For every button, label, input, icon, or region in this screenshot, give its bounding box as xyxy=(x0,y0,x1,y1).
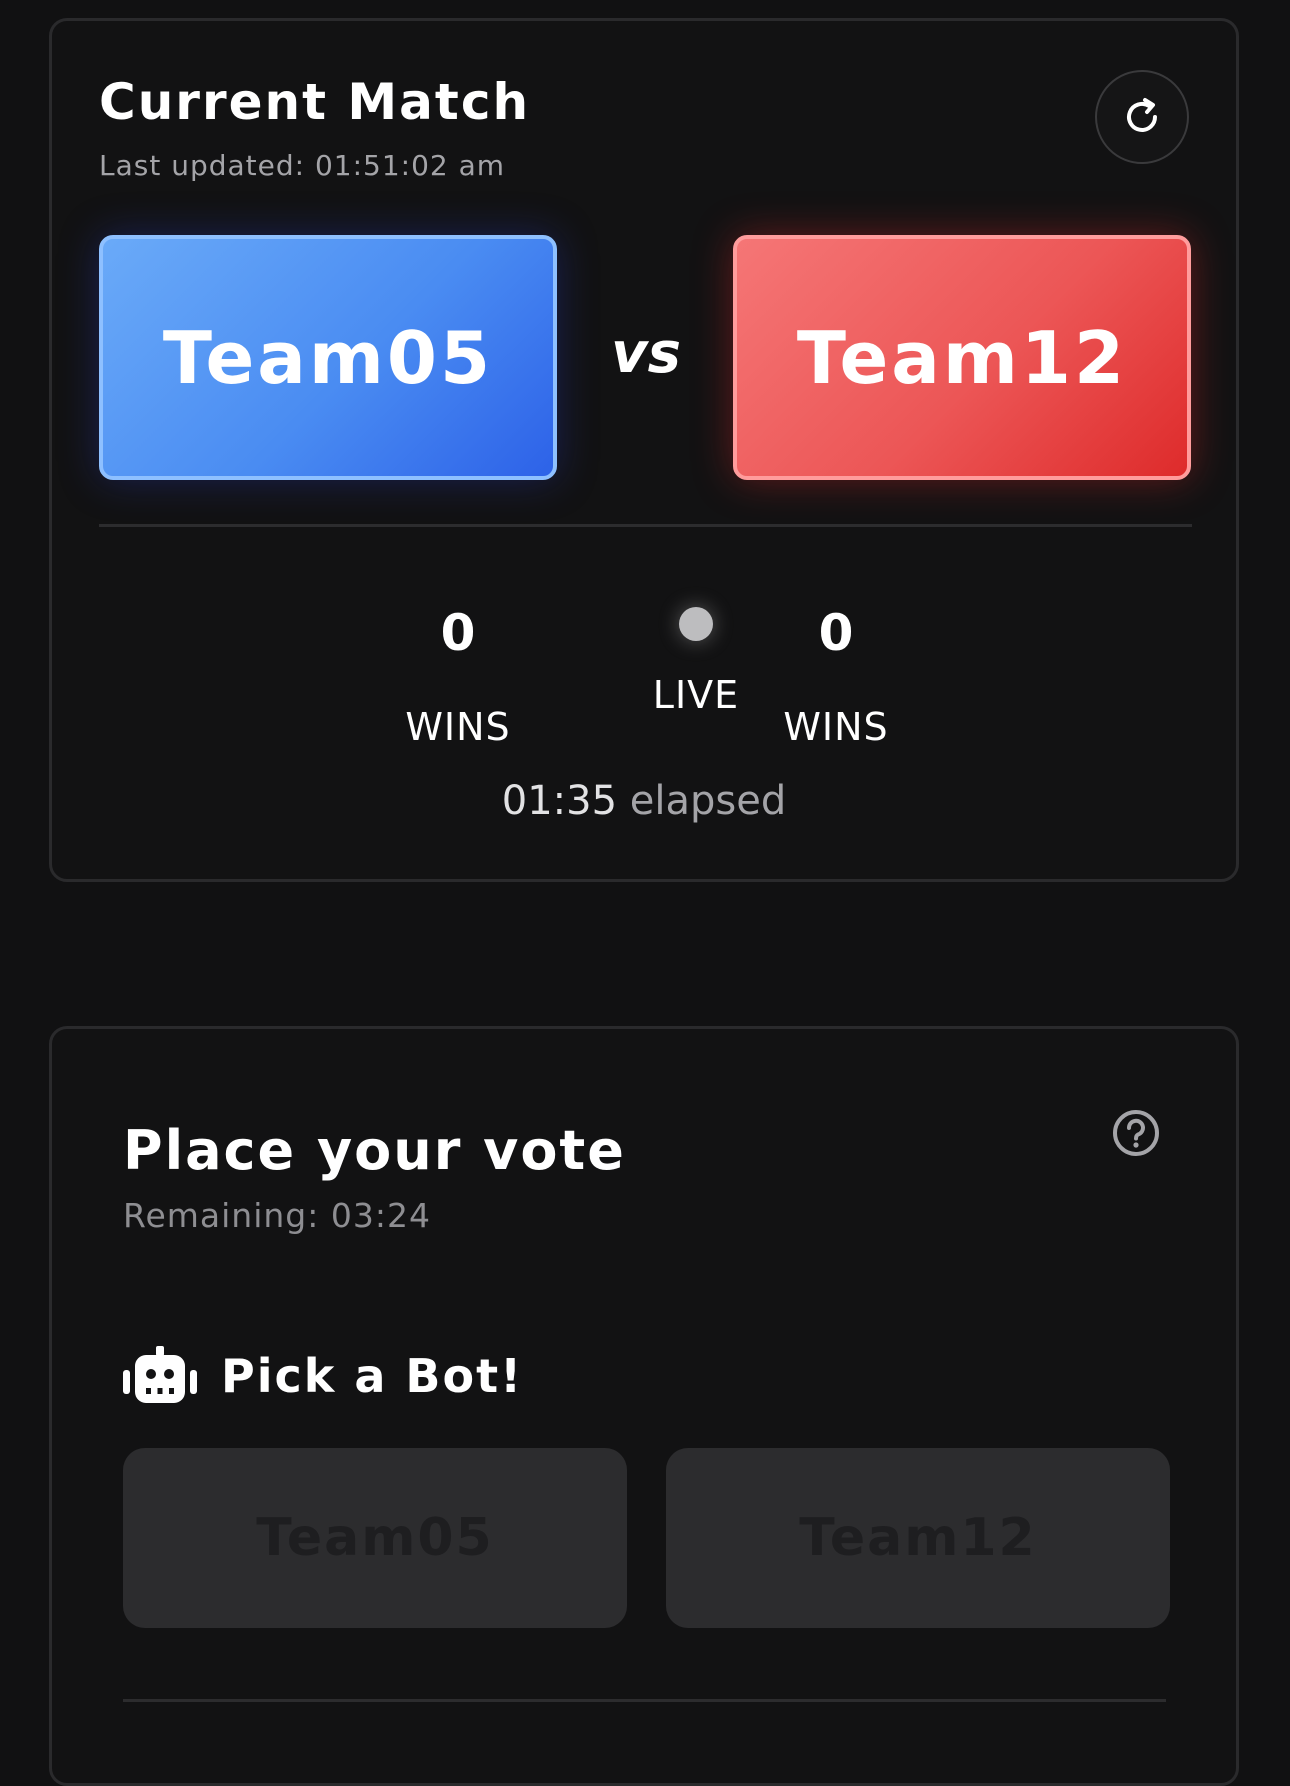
team-b-wins-count: 0 xyxy=(818,604,854,662)
live-status-label: LIVE xyxy=(652,673,740,717)
current-match-card: Current Match Last updated: 01:51:02 am … xyxy=(49,18,1239,882)
robot-icon xyxy=(123,1346,197,1403)
team-a-wins-label: WINS xyxy=(405,705,511,749)
vote-option-team-a[interactable]: Team05 xyxy=(123,1448,627,1628)
vs-label: vs xyxy=(611,321,681,386)
team-b-card[interactable]: Team12 xyxy=(733,235,1191,480)
match-divider xyxy=(99,524,1192,527)
refresh-button[interactable] xyxy=(1095,70,1189,164)
refresh-icon xyxy=(1127,98,1157,132)
match-title: Current Match xyxy=(99,73,531,131)
team-a-wins-count: 0 xyxy=(440,604,476,662)
vote-title: Place your vote xyxy=(123,1119,626,1182)
last-updated-text: Last updated: 01:51:02 am xyxy=(99,149,506,182)
vote-option-team-b-label: Team12 xyxy=(799,1508,1037,1568)
vote-divider xyxy=(123,1699,1166,1702)
team-a-name: Team05 xyxy=(162,315,494,400)
elapsed-time: 01:35 elapsed xyxy=(52,778,1236,824)
vote-option-team-b[interactable]: Team12 xyxy=(666,1448,1170,1628)
vote-option-team-a-label: Team05 xyxy=(256,1508,494,1568)
elapsed-word: elapsed xyxy=(629,778,787,824)
team-b-name: Team12 xyxy=(796,315,1128,400)
live-indicator-dot xyxy=(679,607,713,641)
team-b-wins-label: WINS xyxy=(783,705,889,749)
help-icon[interactable] xyxy=(1112,1109,1160,1157)
vote-card: Place your vote Remaining: 03:24 Pick a … xyxy=(49,1026,1239,1786)
pick-a-bot-label: Pick a Bot! xyxy=(221,1349,524,1403)
team-a-card[interactable]: Team05 xyxy=(99,235,557,480)
pick-a-bot-heading: Pick a Bot! xyxy=(123,1346,523,1406)
remaining-time-text: Remaining: 03:24 xyxy=(123,1196,431,1235)
elapsed-time-value: 01:35 xyxy=(501,778,618,824)
